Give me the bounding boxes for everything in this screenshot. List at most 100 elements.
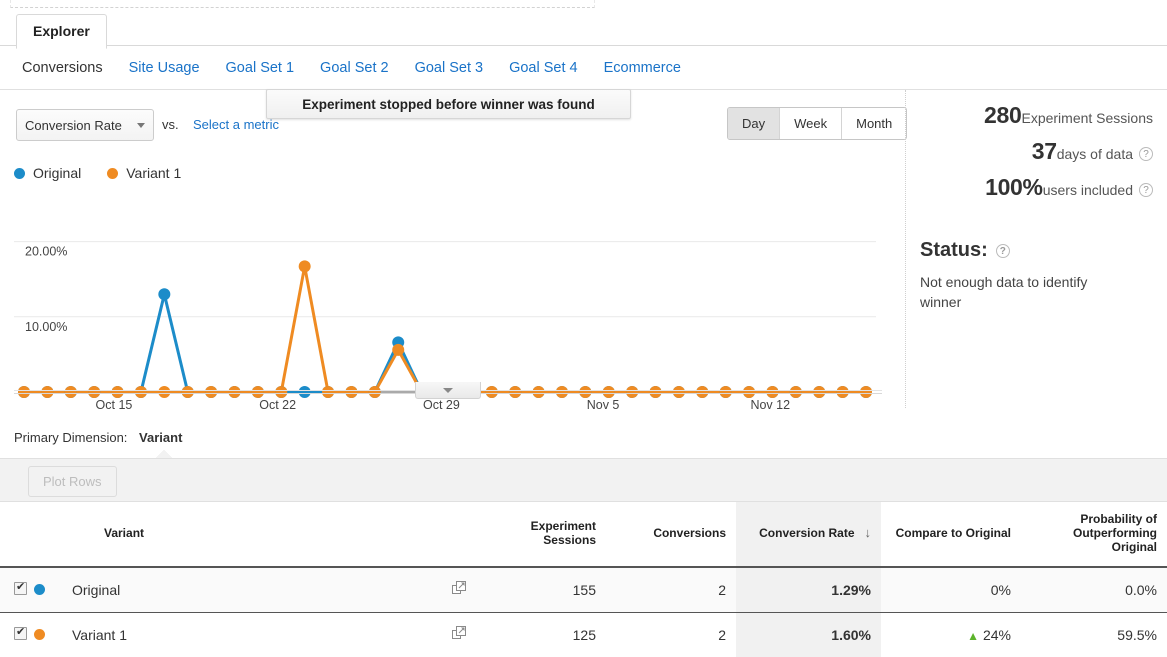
open-in-new-window-icon[interactable] (452, 583, 467, 599)
help-icon-days[interactable]: ? (1139, 147, 1153, 161)
summary-days: 37days of data? (920, 138, 1153, 165)
table-row[interactable]: Original 155 2 1.29% 0% (0, 567, 1167, 613)
th-conversions[interactable]: Conversions (606, 502, 736, 567)
th-conversion-rate-label: Conversion Rate (759, 526, 854, 540)
conversion-rate-chart: Original Variant 1 10.00%20.00% Oct 15Oc… (0, 160, 905, 408)
experiment-status-callout-text: Experiment stopped before winner was fou… (302, 97, 595, 112)
tab-explorer[interactable]: Explorer (16, 14, 107, 49)
dashed-drop-area (10, 0, 595, 8)
granularity-toggle: Day Week Month (727, 107, 907, 140)
table-row[interactable]: Variant 1 125 2 1.60% ▲ 24% (0, 613, 1167, 657)
granularity-month[interactable]: Month (842, 108, 906, 139)
help-icon-users[interactable]: ? (1139, 183, 1153, 197)
subnav-item-goal-set-3[interactable]: Goal Set 3 (415, 60, 484, 76)
row-conversion-rate-variant-1: 1.60% (736, 613, 881, 657)
report-subnav: Conversions Site Usage Goal Set 1 Goal S… (0, 46, 1167, 90)
row-sessions-variant-1: 125 (486, 613, 606, 657)
th-variant[interactable]: Variant (62, 502, 442, 567)
row-checkbox-original[interactable] (14, 582, 27, 595)
summary-users-value: 100% (985, 174, 1043, 200)
svg-text:20.00%: 20.00% (25, 245, 67, 259)
legend-label-original: Original (33, 165, 81, 181)
chevron-down-icon (137, 123, 145, 128)
arrow-up-icon: ▲ (967, 629, 979, 643)
row-compare-original: 0% (881, 567, 1021, 613)
chart-plot-area: 10.00%20.00% Oct 15Oct 22Oct 29Nov 5Nov … (0, 188, 890, 408)
legend-dot-original (14, 168, 25, 179)
row-popout-cell-variant-1 (442, 613, 486, 657)
primary-metric-dropdown[interactable]: Conversion Rate (16, 109, 154, 141)
sort-desc-icon: ↓ (865, 526, 872, 540)
row-compare-value-variant-1: 24% (983, 627, 1011, 643)
table-header-row: Variant Experiment Sessions Conversions … (0, 502, 1167, 567)
row-color-cell (34, 613, 62, 657)
variants-table: Variant Experiment Sessions Conversions … (0, 502, 1167, 657)
row-probability-variant-1: 59.5% (1021, 613, 1167, 657)
experiment-summary-panel: 280Experiment Sessions 37days of data? 1… (905, 90, 1167, 408)
series-dot-variant-1 (34, 629, 45, 640)
table-body: Original 155 2 1.29% 0% (0, 567, 1167, 657)
subnav-item-conversions[interactable]: Conversions (22, 60, 103, 76)
row-checkbox-variant-1[interactable] (14, 627, 27, 640)
summary-days-label: days of data (1057, 146, 1133, 162)
legend-item-variant-1[interactable]: Variant 1 (107, 165, 181, 181)
row-checkbox-cell (0, 567, 34, 613)
subnav-item-goal-set-4[interactable]: Goal Set 4 (509, 60, 578, 76)
th-color (34, 502, 62, 567)
subnav-item-ecommerce[interactable]: Ecommerce (604, 60, 681, 76)
legend-item-original[interactable]: Original (14, 165, 81, 181)
row-conversions-original: 2 (606, 567, 736, 613)
subnav-item-goal-set-1[interactable]: Goal Set 1 (226, 60, 295, 76)
chart-svg: 10.00%20.00% (0, 188, 890, 408)
row-sessions-original: 155 (486, 567, 606, 613)
x-axis-tick-label: Nov 12 (750, 398, 790, 412)
row-variant-variant-1: Variant 1 (62, 613, 442, 657)
primary-dimension-label: Primary Dimension: (14, 430, 127, 445)
chevron-down-icon-collapse (443, 388, 453, 393)
th-popout (442, 502, 486, 567)
th-conversion-rate[interactable]: Conversion Rate ↓ (736, 502, 881, 567)
row-compare-value-original: 0% (991, 582, 1011, 598)
subnav-item-site-usage[interactable]: Site Usage (129, 60, 200, 76)
chart-collapse-handle[interactable] (415, 382, 481, 399)
th-probability-outperforming[interactable]: Probability of Outperforming Original (1021, 502, 1167, 567)
primary-metric-value: Conversion Rate (25, 118, 122, 133)
summary-sessions-value: 280 (984, 102, 1021, 128)
status-heading-row: Status: ? (920, 239, 1153, 262)
row-conversion-rate-original: 1.29% (736, 567, 881, 613)
chart-legend: Original Variant 1 (14, 165, 207, 181)
th-experiment-sessions[interactable]: Experiment Sessions (486, 502, 606, 567)
summary-sessions: 280Experiment Sessions (920, 102, 1153, 129)
open-in-new-window-icon[interactable] (452, 628, 467, 644)
table-toolbar: Plot Rows (0, 458, 1167, 502)
summary-users-label: users included (1043, 182, 1133, 198)
status-text: Not enough data to identify winner (920, 272, 1120, 312)
row-conversions-variant-1: 2 (606, 613, 736, 657)
row-compare-variant-1: ▲ 24% (881, 613, 1021, 657)
granularity-week[interactable]: Week (780, 108, 842, 139)
primary-dimension: Primary Dimension: Variant (14, 430, 182, 445)
th-select-all (0, 502, 34, 567)
vs-label: vs. (162, 117, 179, 132)
subnav-item-goal-set-2[interactable]: Goal Set 2 (320, 60, 389, 76)
legend-label-variant-1: Variant 1 (126, 165, 181, 181)
summary-users: 100%users included? (920, 174, 1153, 201)
x-axis-tick-label: Oct 15 (96, 398, 133, 412)
plot-rows-button[interactable]: Plot Rows (28, 466, 117, 497)
th-compare-to-original[interactable]: Compare to Original (881, 502, 1021, 567)
summary-days-value: 37 (1032, 138, 1057, 164)
row-checkbox-cell (0, 613, 34, 657)
primary-dimension-value[interactable]: Variant (139, 430, 182, 445)
help-icon-status[interactable]: ? (996, 244, 1010, 258)
tab-strip: Explorer (0, 8, 1167, 46)
granularity-day[interactable]: Day (728, 108, 780, 139)
experiment-status-callout: Experiment stopped before winner was fou… (266, 89, 631, 119)
tab-explorer-label: Explorer (33, 23, 90, 39)
row-popout-cell-original (442, 567, 486, 613)
row-probability-original: 0.0% (1021, 567, 1167, 613)
row-color-cell (34, 567, 62, 613)
x-axis-tick-label: Oct 29 (423, 398, 460, 412)
x-axis-tick-label: Oct 22 (259, 398, 296, 412)
select-secondary-metric-link[interactable]: Select a metric (193, 117, 279, 132)
legend-dot-variant-1 (107, 168, 118, 179)
